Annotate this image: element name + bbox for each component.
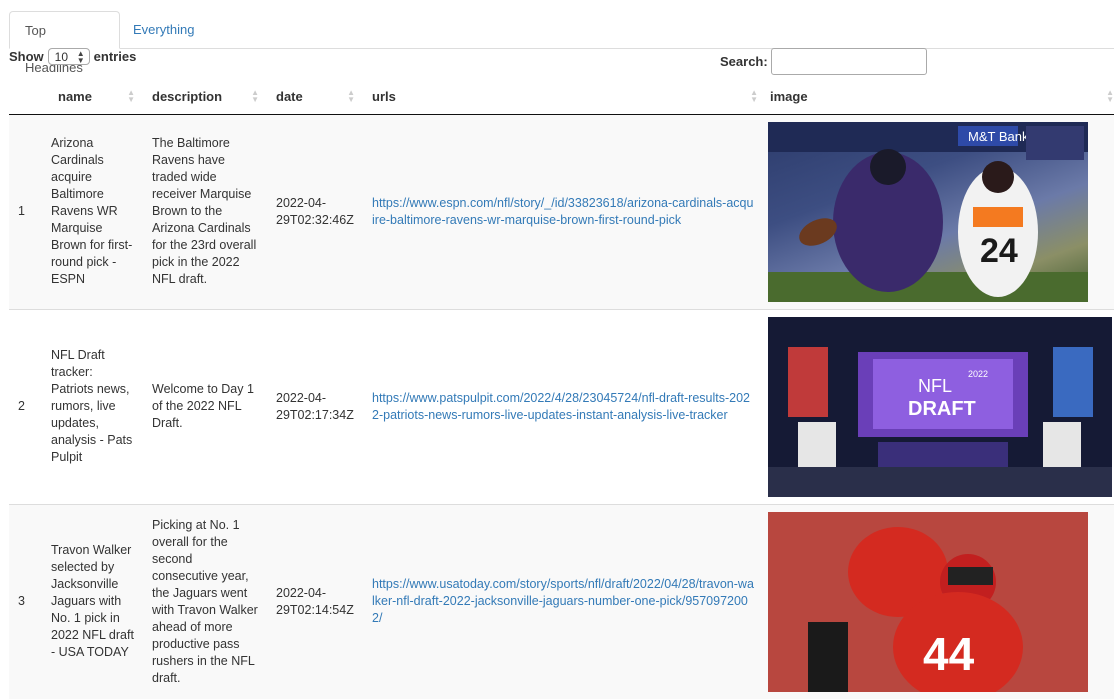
row-index: 1 bbox=[9, 114, 47, 309]
table-row: 1 Arizona Cardinals acquire Baltimore Ra… bbox=[9, 114, 1114, 309]
cell-image: 44 bbox=[764, 503, 1114, 699]
sort-icon: ▲ ▼ bbox=[750, 88, 758, 104]
sort-icon: ▲ ▼ bbox=[347, 88, 355, 104]
index-header bbox=[9, 80, 47, 115]
jersey-number: 24 bbox=[980, 232, 1018, 270]
sort-icon: ▲ ▼ bbox=[1106, 88, 1114, 104]
cell-date: 2022-04-29T02:32:46Z bbox=[265, 114, 361, 309]
url-link[interactable]: https://www.espn.com/nfl/story/_/id/3382… bbox=[372, 196, 753, 227]
column-header-label: name bbox=[58, 89, 92, 105]
banner-text: M&T Bank bbox=[968, 129, 1029, 144]
table-header-row: name ▲ ▼ description ▲ ▼ date ▲ ▼ urls ▲ ▼ image… bbox=[9, 80, 1114, 115]
jersey-number: 44 bbox=[923, 628, 975, 680]
table-row: 3 Travon Walker selected by Jacksonville… bbox=[9, 503, 1114, 699]
column-header-label: description bbox=[152, 89, 223, 105]
entries-select-value: 10 bbox=[54, 49, 69, 64]
football-catch-illustration: M&T Bank 24 bbox=[768, 121, 1088, 302]
table-row: 2 NFL Draft tracker: Patriots news, rumo… bbox=[9, 308, 1114, 504]
cell-image: M&T Bank 24 bbox=[764, 114, 1114, 309]
cell-name: Travon Walker selected by Jacksonville J… bbox=[47, 503, 141, 699]
column-header-urls[interactable]: urls ▲ ▼ bbox=[361, 80, 764, 115]
draft-year-text: 2022 bbox=[968, 369, 988, 379]
length-suffix-label: entries bbox=[93, 49, 137, 64]
cell-url: https://www.espn.com/nfl/story/_/id/3382… bbox=[361, 114, 764, 309]
row-index: 3 bbox=[9, 503, 47, 699]
column-header-label: urls bbox=[372, 89, 396, 105]
tab-top-headlines[interactable]: Top Headlines bbox=[9, 11, 120, 75]
entries-length-control: Show 10 ▲ ▼ entries bbox=[9, 48, 136, 65]
tab-bar: Top Headlines Everything bbox=[9, 11, 1114, 75]
draft-logo-line1: NFL bbox=[918, 376, 952, 396]
url-link[interactable]: https://www.usatoday.com/story/sports/nf… bbox=[372, 577, 754, 625]
search-input[interactable] bbox=[770, 48, 927, 75]
updown-arrow-icon: ▲ ▼ bbox=[76, 48, 85, 65]
column-header-label: image bbox=[770, 89, 808, 105]
column-header-description[interactable]: description ▲ ▼ bbox=[141, 80, 265, 115]
column-header-image[interactable]: image ▲ ▼ bbox=[764, 80, 1114, 115]
length-prefix-label: Show bbox=[9, 49, 44, 64]
cell-description: The Baltimore Ravens have traded wide re… bbox=[141, 114, 265, 309]
football-catch-photo: M&T Bank 24 bbox=[768, 121, 1088, 302]
tab-everything[interactable]: Everything bbox=[118, 11, 209, 47]
cell-name: Arizona Cardinals acquire Baltimore Rave… bbox=[47, 114, 141, 309]
entries-select[interactable]: 10 ▲ ▼ bbox=[47, 48, 90, 65]
sort-icon: ▲ ▼ bbox=[127, 88, 135, 104]
cell-date: 2022-04-29T02:14:54Z bbox=[265, 503, 361, 699]
draft-logo-line2: DRAFT bbox=[908, 398, 976, 420]
row-index: 2 bbox=[9, 308, 47, 504]
cell-date: 2022-04-29T02:17:34Z bbox=[265, 308, 361, 504]
sort-icon: ▲ ▼ bbox=[251, 88, 259, 104]
column-header-name[interactable]: name ▲ ▼ bbox=[47, 80, 141, 115]
column-header-label: date bbox=[276, 89, 303, 105]
headlines-table: name ▲ ▼ description ▲ ▼ date ▲ ▼ urls ▲ ▼ image… bbox=[9, 80, 1114, 699]
cell-description: Picking at No. 1 overall for the second … bbox=[141, 503, 265, 699]
georgia-player-photo: 44 bbox=[768, 511, 1088, 692]
player-celebration-illustration: 44 bbox=[768, 511, 1088, 692]
cell-description: Welcome to Day 1 of the 2022 NFL Draft. bbox=[141, 308, 265, 504]
cell-url: https://www.usatoday.com/story/sports/nf… bbox=[361, 503, 764, 699]
nfl-draft-stage-photo: NFL DRAFT 2022 bbox=[768, 316, 1112, 497]
search-control: Search: bbox=[720, 48, 927, 75]
search-label: Search: bbox=[720, 54, 768, 69]
column-header-date[interactable]: date ▲ ▼ bbox=[265, 80, 361, 115]
draft-stage-illustration: NFL DRAFT 2022 bbox=[768, 316, 1112, 497]
cell-name: NFL Draft tracker: Patriots news, rumors… bbox=[47, 308, 141, 504]
cell-image: NFL DRAFT 2022 bbox=[764, 308, 1114, 504]
cell-url: https://www.patspulpit.com/2022/4/28/230… bbox=[361, 308, 764, 504]
url-link[interactable]: https://www.patspulpit.com/2022/4/28/230… bbox=[372, 391, 750, 422]
